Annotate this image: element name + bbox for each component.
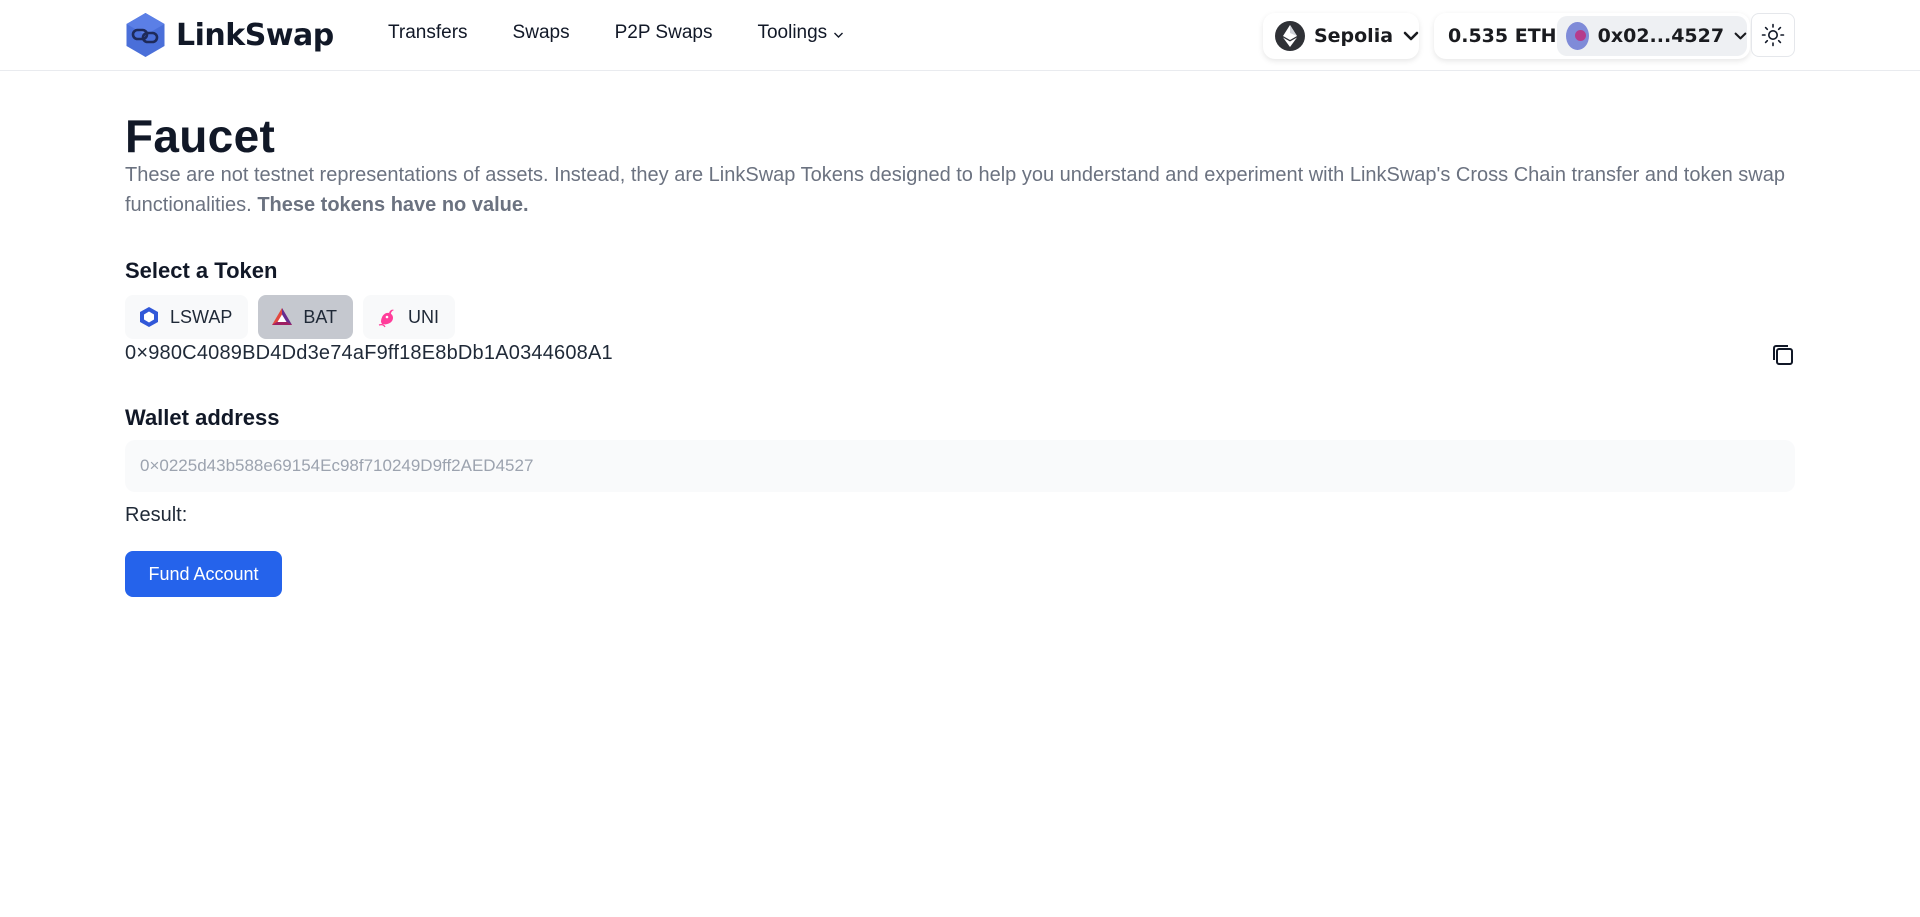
result-label: Result: <box>125 504 188 526</box>
token-option-lswap[interactable]: LSWAP <box>125 295 249 339</box>
wallet-address-input[interactable] <box>125 440 1795 492</box>
account-button[interactable]: 0x02...4527 <box>1557 16 1747 56</box>
token-contract-address: 0×980C4089BD4Dd3e74aF9ff18E8bDb1A0344608… <box>125 342 613 364</box>
token-option-uni[interactable]: UNI <box>363 295 456 339</box>
lswap-icon <box>140 307 158 327</box>
description-bold: These tokens have no value. <box>257 194 529 216</box>
bat-icon <box>272 308 293 325</box>
chevron-down-icon <box>1734 32 1747 40</box>
token-selector: LSWAP BAT UNI <box>125 295 456 339</box>
account-address: 0x02...4527 <box>1597 25 1725 47</box>
token-option-bat[interactable]: BAT <box>258 295 354 339</box>
nav-swaps[interactable]: Swaps <box>513 22 570 44</box>
wallet-address-label: Wallet address <box>125 405 280 430</box>
main-nav: Transfers Swaps P2P Swaps Toolings <box>388 22 844 44</box>
token-label: LSWAP <box>170 306 233 327</box>
network-name: Sepolia <box>1313 25 1394 47</box>
avatar <box>1566 22 1589 50</box>
nav-toolings-dropdown[interactable]: Toolings <box>757 22 844 44</box>
nav-p2p-swaps[interactable]: P2P Swaps <box>615 22 713 44</box>
select-token-label: Select a Token <box>125 258 278 283</box>
eth-balance: 0.535 ETH <box>1448 25 1557 47</box>
brand-name: LinkSwap <box>176 17 334 53</box>
top-navbar: LinkSwap Transfers Swaps P2P Swaps Tooli… <box>0 0 1920 71</box>
chevron-down-icon <box>1403 31 1419 41</box>
copy-address-button[interactable] <box>1769 341 1797 369</box>
account-widget: 0.535 ETH 0x02...4527 <box>1434 13 1750 59</box>
network-selector-button[interactable]: Sepolia <box>1263 13 1419 59</box>
ethereum-icon <box>1275 21 1305 51</box>
sun-icon <box>1761 23 1785 47</box>
chevron-down-icon <box>834 32 844 38</box>
theme-toggle-button[interactable] <box>1751 13 1795 57</box>
fund-account-button[interactable]: Fund Account <box>125 551 282 597</box>
linkswap-logo-icon <box>126 13 165 57</box>
uni-icon <box>378 309 395 328</box>
page-description: These are not testnet representations of… <box>125 160 1795 220</box>
token-label: UNI <box>408 306 440 327</box>
token-label: BAT <box>303 306 338 327</box>
nav-toolings-label: Toolings <box>757 22 828 43</box>
brand-logo[interactable]: LinkSwap <box>125 12 334 58</box>
nav-transfers[interactable]: Transfers <box>388 22 468 44</box>
copy-icon <box>1773 345 1793 365</box>
page-title: Faucet <box>125 110 276 162</box>
